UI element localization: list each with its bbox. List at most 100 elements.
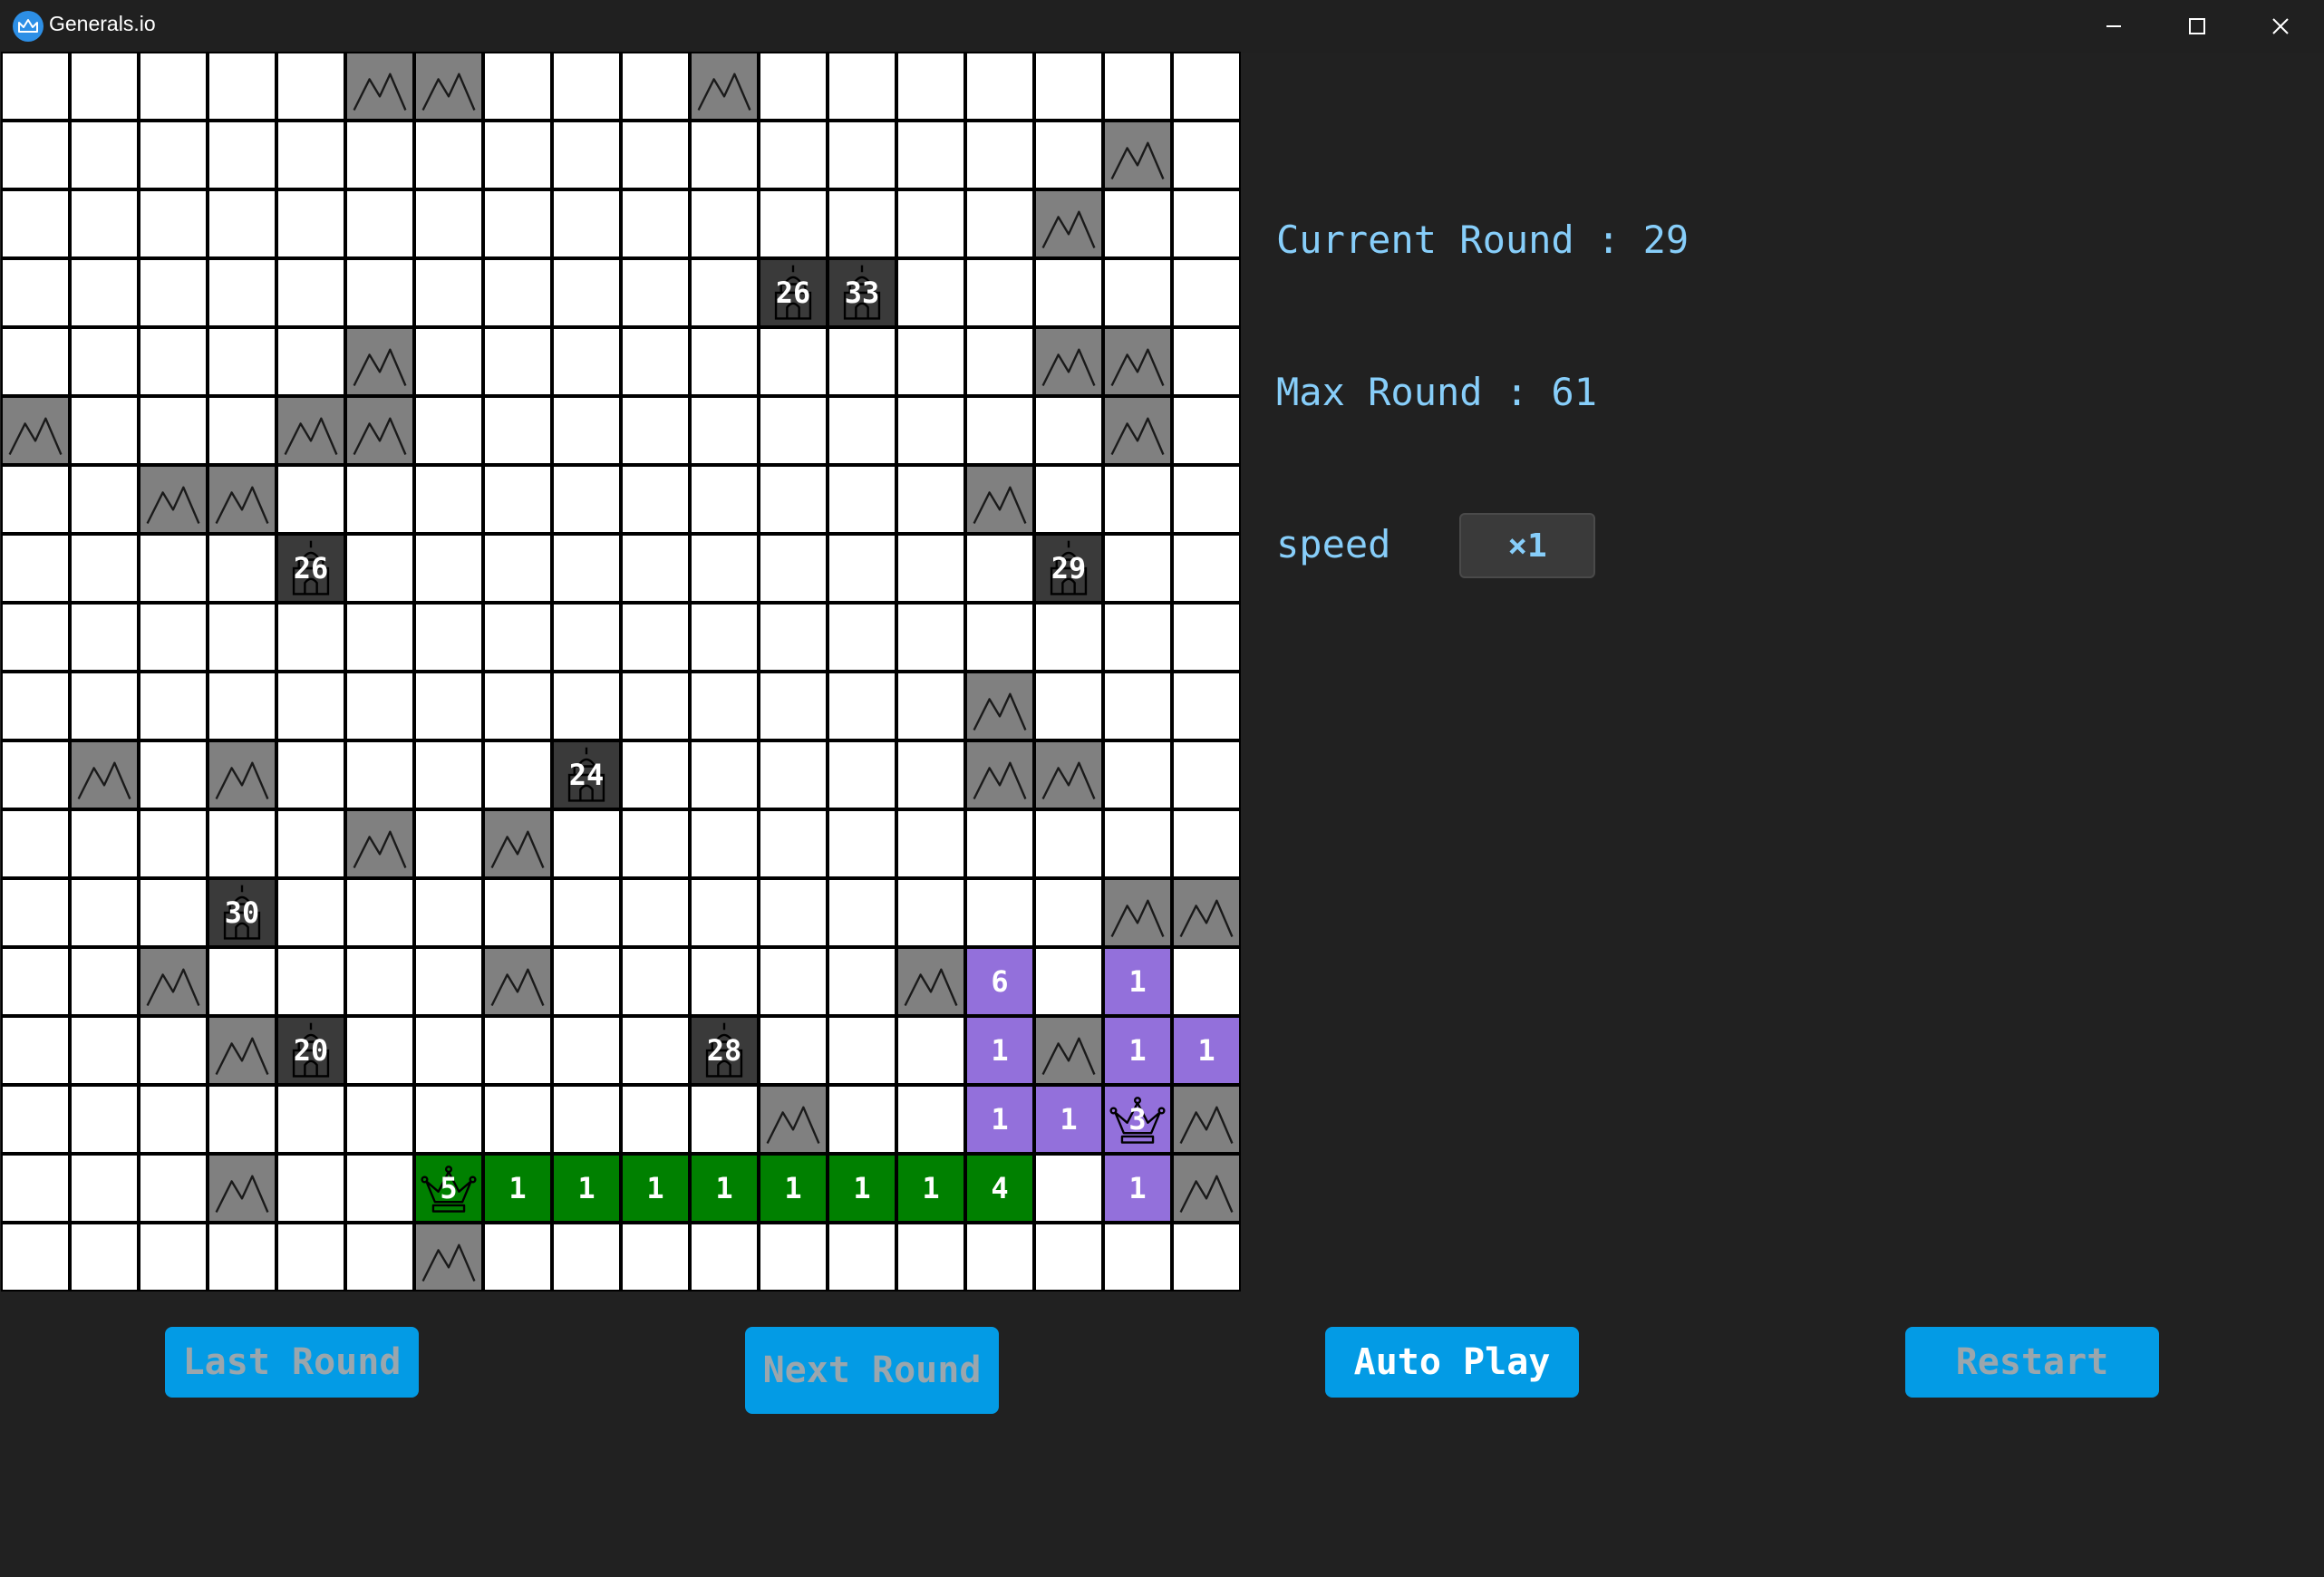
board-cell[interactable]: [621, 947, 690, 1016]
mountain-cell[interactable]: [483, 809, 552, 878]
mountain-cell[interactable]: [1172, 878, 1241, 947]
board-cell[interactable]: [139, 534, 208, 603]
city-cell[interactable]: 24: [552, 740, 621, 809]
board-cell[interactable]: [1, 672, 70, 740]
board-cell[interactable]: [1, 1223, 70, 1292]
board-cell[interactable]: [759, 1223, 828, 1292]
board-cell[interactable]: [690, 809, 759, 878]
board-cell[interactable]: [139, 396, 208, 465]
board-cell[interactable]: [965, 327, 1034, 396]
purple-army-cell[interactable]: 1: [1034, 1085, 1103, 1154]
board-cell[interactable]: [345, 534, 414, 603]
board-cell[interactable]: [1, 121, 70, 189]
mountain-cell[interactable]: [1103, 327, 1172, 396]
board-cell[interactable]: [828, 121, 896, 189]
board-cell[interactable]: [483, 1085, 552, 1154]
mountain-cell[interactable]: [965, 740, 1034, 809]
board-cell[interactable]: [139, 1085, 208, 1154]
board-cell[interactable]: [208, 534, 276, 603]
board-cell[interactable]: [896, 1016, 965, 1085]
board-cell[interactable]: [1034, 672, 1103, 740]
board-cell[interactable]: [1, 534, 70, 603]
mountain-cell[interactable]: [276, 396, 345, 465]
board-cell[interactable]: [483, 52, 552, 121]
board-cell[interactable]: [1103, 603, 1172, 672]
board-cell[interactable]: [965, 809, 1034, 878]
board-cell[interactable]: [828, 947, 896, 1016]
city-cell[interactable]: 29: [1034, 534, 1103, 603]
board-cell[interactable]: [414, 1085, 483, 1154]
board-cell[interactable]: [1034, 121, 1103, 189]
board-cell[interactable]: [896, 121, 965, 189]
board-cell[interactable]: [1172, 534, 1241, 603]
board-cell[interactable]: [1103, 258, 1172, 327]
board-cell[interactable]: [345, 258, 414, 327]
board-cell[interactable]: [621, 52, 690, 121]
board-cell[interactable]: [1172, 327, 1241, 396]
board-cell[interactable]: [208, 121, 276, 189]
auto-play-button[interactable]: Auto Play: [1325, 1327, 1579, 1398]
board-cell[interactable]: [759, 189, 828, 258]
board-cell[interactable]: [345, 947, 414, 1016]
board-cell[interactable]: [828, 327, 896, 396]
board-cell[interactable]: [621, 878, 690, 947]
board-cell[interactable]: [552, 327, 621, 396]
board-cell[interactable]: [70, 396, 139, 465]
board-cell[interactable]: [483, 327, 552, 396]
board-cell[interactable]: [414, 121, 483, 189]
board-cell[interactable]: [828, 672, 896, 740]
board-cell[interactable]: [276, 809, 345, 878]
board-cell[interactable]: [828, 189, 896, 258]
board-cell[interactable]: [70, 534, 139, 603]
board-cell[interactable]: [276, 189, 345, 258]
board-cell[interactable]: [208, 672, 276, 740]
board-cell[interactable]: [896, 534, 965, 603]
board-cell[interactable]: [414, 327, 483, 396]
purple-army-cell[interactable]: 1: [1103, 947, 1172, 1016]
board-cell[interactable]: [208, 258, 276, 327]
board-cell[interactable]: [1, 52, 70, 121]
board-cell[interactable]: [1034, 947, 1103, 1016]
board-cell[interactable]: [552, 189, 621, 258]
board-cell[interactable]: [483, 465, 552, 534]
board-cell[interactable]: [1172, 947, 1241, 1016]
board-cell[interactable]: [759, 465, 828, 534]
purple-army-cell[interactable]: 6: [965, 947, 1034, 1016]
board-cell[interactable]: [139, 1016, 208, 1085]
board-cell[interactable]: [621, 672, 690, 740]
board-cell[interactable]: [139, 603, 208, 672]
green-army-cell[interactable]: 1: [483, 1154, 552, 1223]
restart-button[interactable]: Restart: [1905, 1327, 2159, 1398]
board-cell[interactable]: [552, 534, 621, 603]
board-cell[interactable]: [70, 258, 139, 327]
board-cell[interactable]: [965, 52, 1034, 121]
next-round-button[interactable]: Next Round: [745, 1327, 999, 1414]
green-army-cell[interactable]: 1: [828, 1154, 896, 1223]
mountain-cell[interactable]: [896, 947, 965, 1016]
board-cell[interactable]: [759, 603, 828, 672]
maximize-icon[interactable]: [2155, 0, 2239, 53]
mountain-cell[interactable]: [759, 1085, 828, 1154]
board-cell[interactable]: [896, 809, 965, 878]
board-cell[interactable]: [1172, 740, 1241, 809]
mountain-cell[interactable]: [1034, 327, 1103, 396]
board-cell[interactable]: [828, 878, 896, 947]
board-cell[interactable]: [621, 396, 690, 465]
board-cell[interactable]: [139, 52, 208, 121]
board-cell[interactable]: [1172, 1223, 1241, 1292]
mountain-cell[interactable]: [414, 52, 483, 121]
board-cell[interactable]: [621, 1223, 690, 1292]
board-cell[interactable]: [276, 1154, 345, 1223]
mountain-cell[interactable]: [345, 327, 414, 396]
board-cell[interactable]: [345, 603, 414, 672]
board-cell[interactable]: [828, 396, 896, 465]
board-cell[interactable]: [621, 809, 690, 878]
last-round-button[interactable]: Last Round: [165, 1327, 419, 1398]
board-cell[interactable]: [965, 121, 1034, 189]
board-cell[interactable]: [690, 740, 759, 809]
board-cell[interactable]: [345, 465, 414, 534]
board-cell[interactable]: [690, 878, 759, 947]
board-cell[interactable]: [896, 396, 965, 465]
board-cell[interactable]: [690, 603, 759, 672]
board-cell[interactable]: [276, 947, 345, 1016]
